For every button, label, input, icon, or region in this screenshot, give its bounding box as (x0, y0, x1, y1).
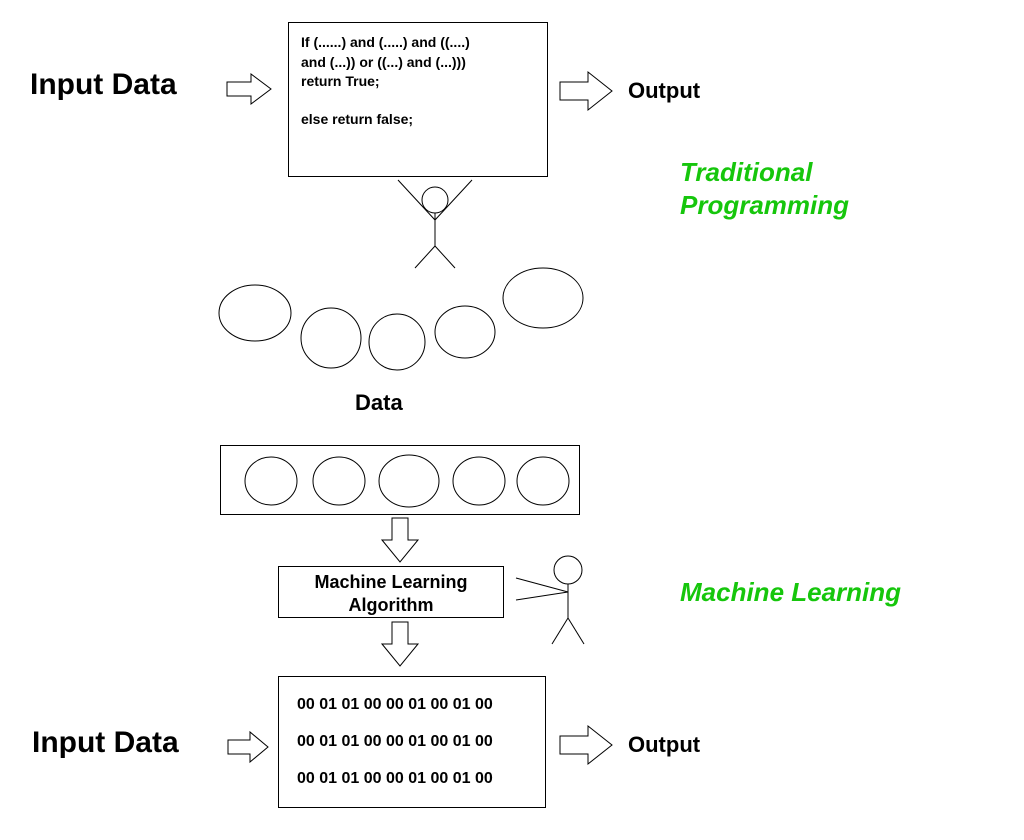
diagram-stage: Input Data If (......) and (.....) and (… (0, 0, 1024, 840)
rules-code-box: If (......) and (.....) and ((....) and … (288, 22, 548, 177)
top-input-label: Input Data (30, 68, 177, 102)
data-row-icon (221, 446, 581, 516)
code-line: return True; (301, 72, 535, 92)
ml-section-label: Machine Learning (680, 576, 901, 609)
scattered-data-icon (215, 258, 585, 378)
algorithm-box: Machine Learning Algorithm (278, 566, 504, 618)
algo-line: Algorithm (279, 594, 503, 617)
bottom-output-label: Output (628, 732, 700, 758)
arrow-right-icon (558, 726, 614, 766)
arrow-right-icon (558, 72, 614, 112)
arrow-right-icon (225, 72, 275, 106)
stick-figure-icon (380, 178, 490, 268)
binary-row: 00 01 01 00 00 01 00 01 00 (297, 770, 527, 788)
bottom-input-label: Input Data (32, 726, 179, 760)
traditional-section-label: Traditional Programming (680, 156, 849, 221)
code-line: and (...)) or ((...) and (...))) (301, 53, 535, 73)
model-binary-box: 00 01 01 00 00 01 00 01 00 00 01 01 00 0… (278, 676, 546, 808)
top-output-label: Output (628, 78, 700, 104)
algo-line: Machine Learning (279, 571, 503, 594)
data-container-box (220, 445, 580, 515)
arrow-down-icon (380, 516, 420, 566)
arrow-right-icon (226, 730, 272, 764)
binary-row: 00 01 01 00 00 01 00 01 00 (297, 696, 527, 714)
data-label: Data (355, 390, 403, 416)
code-line: If (......) and (.....) and ((....) (301, 33, 535, 53)
arrow-down-icon (380, 620, 420, 670)
code-line: else return false; (301, 110, 535, 130)
stick-figure-icon (508, 552, 608, 652)
binary-row: 00 01 01 00 00 01 00 01 00 (297, 733, 527, 751)
